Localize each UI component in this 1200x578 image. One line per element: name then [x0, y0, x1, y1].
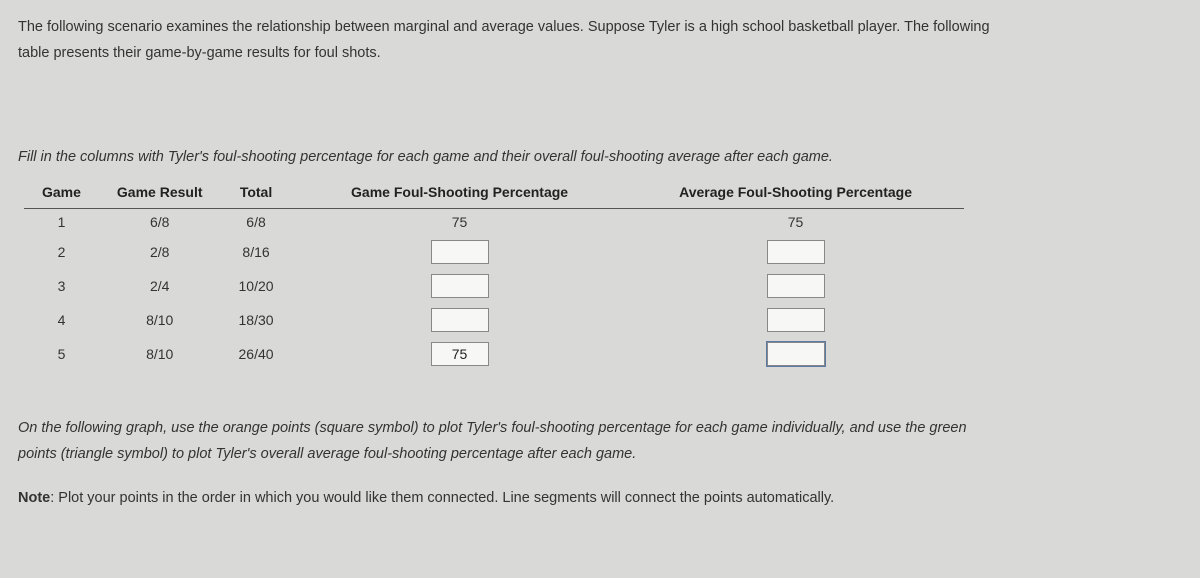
note-text: : Plot your points in the order in which… [50, 490, 834, 506]
intro-text-line2: table presents their game-by-game result… [18, 45, 381, 61]
table-row: 2 2/8 8/16 [24, 235, 964, 269]
cell-game: 4 [24, 303, 99, 337]
cell-game-pct [292, 303, 628, 337]
cell-avg-pct [628, 269, 964, 303]
header-game: Game [24, 176, 99, 209]
note-paragraph: Note: Plot your points in the order in w… [18, 485, 1182, 511]
intro-text-line1: The following scenario examines the rela… [18, 19, 990, 35]
cell-total: 18/30 [221, 303, 292, 337]
game-pct-value: 75 [434, 214, 486, 230]
cell-avg-pct [628, 235, 964, 269]
table-row: 1 6/8 6/8 75 75 [24, 209, 964, 236]
cell-result: 2/8 [99, 235, 221, 269]
table-row: 5 8/10 26/40 [24, 337, 964, 371]
cell-result: 8/10 [99, 337, 221, 371]
note-label: Note [18, 490, 50, 506]
fill-instruction: Fill in the columns with Tyler's foul-sh… [18, 144, 1182, 170]
foul-shot-table: Game Game Result Total Game Foul-Shootin… [24, 176, 964, 371]
header-total: Total [221, 176, 292, 209]
graph-instruction: On the following graph, use the orange p… [18, 415, 1182, 467]
header-game-pct: Game Foul-Shooting Percentage [292, 176, 628, 209]
cell-game-pct [292, 235, 628, 269]
avg-pct-input[interactable] [767, 342, 825, 366]
spacer [18, 66, 1182, 144]
cell-game: 3 [24, 269, 99, 303]
header-avg-pct: Average Foul-Shooting Percentage [628, 176, 964, 209]
cell-result: 8/10 [99, 303, 221, 337]
cell-avg-pct: 75 [628, 209, 964, 236]
header-result: Game Result [99, 176, 221, 209]
graph-instruction-line2: points (triangle symbol) to plot Tyler's… [18, 446, 636, 462]
cell-game-pct: 75 [292, 209, 628, 236]
cell-avg-pct [628, 337, 964, 371]
spacer [18, 467, 1182, 485]
graph-instruction-line1: On the following graph, use the orange p… [18, 420, 967, 436]
cell-total: 8/16 [221, 235, 292, 269]
cell-game: 2 [24, 235, 99, 269]
game-pct-input[interactable] [431, 240, 489, 264]
cell-game: 1 [24, 209, 99, 236]
cell-result: 6/8 [99, 209, 221, 236]
cell-total: 10/20 [221, 269, 292, 303]
avg-pct-value: 75 [770, 214, 822, 230]
cell-total: 26/40 [221, 337, 292, 371]
game-pct-input[interactable] [431, 274, 489, 298]
avg-pct-input[interactable] [767, 308, 825, 332]
intro-paragraph: The following scenario examines the rela… [18, 14, 1182, 66]
avg-pct-input[interactable] [767, 274, 825, 298]
cell-avg-pct [628, 303, 964, 337]
avg-pct-input[interactable] [767, 240, 825, 264]
table-header-row: Game Game Result Total Game Foul-Shootin… [24, 176, 964, 209]
table-row: 3 2/4 10/20 [24, 269, 964, 303]
game-pct-input[interactable] [431, 308, 489, 332]
spacer [18, 371, 1182, 415]
cell-game: 5 [24, 337, 99, 371]
cell-total: 6/8 [221, 209, 292, 236]
cell-game-pct [292, 337, 628, 371]
cell-result: 2/4 [99, 269, 221, 303]
table-row: 4 8/10 18/30 [24, 303, 964, 337]
question-page: The following scenario examines the rela… [0, 0, 1200, 578]
cell-game-pct [292, 269, 628, 303]
game-pct-input[interactable] [431, 342, 489, 366]
